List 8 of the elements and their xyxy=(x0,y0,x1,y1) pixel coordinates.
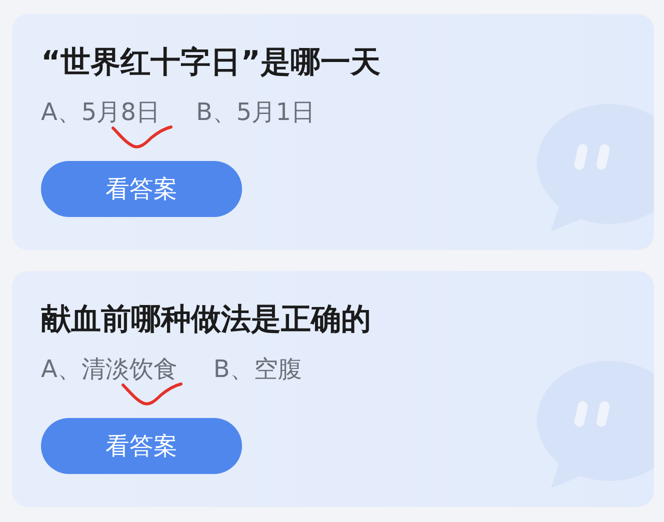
question-text: 献血前哪种做法是正确的 xyxy=(41,301,372,339)
question-text: “世界红十字日”是哪一天 xyxy=(41,44,382,82)
show-answer-button[interactable]: 看答案 xyxy=(41,418,242,474)
answer-option: A、清淡饮食 xyxy=(41,355,178,383)
answer-option: B、空腹 xyxy=(213,355,302,383)
answer-option: B、5月1日 xyxy=(196,98,315,126)
answer-option: A、5月8日 xyxy=(41,98,160,126)
show-answer-button[interactable]: 看答案 xyxy=(41,161,242,217)
